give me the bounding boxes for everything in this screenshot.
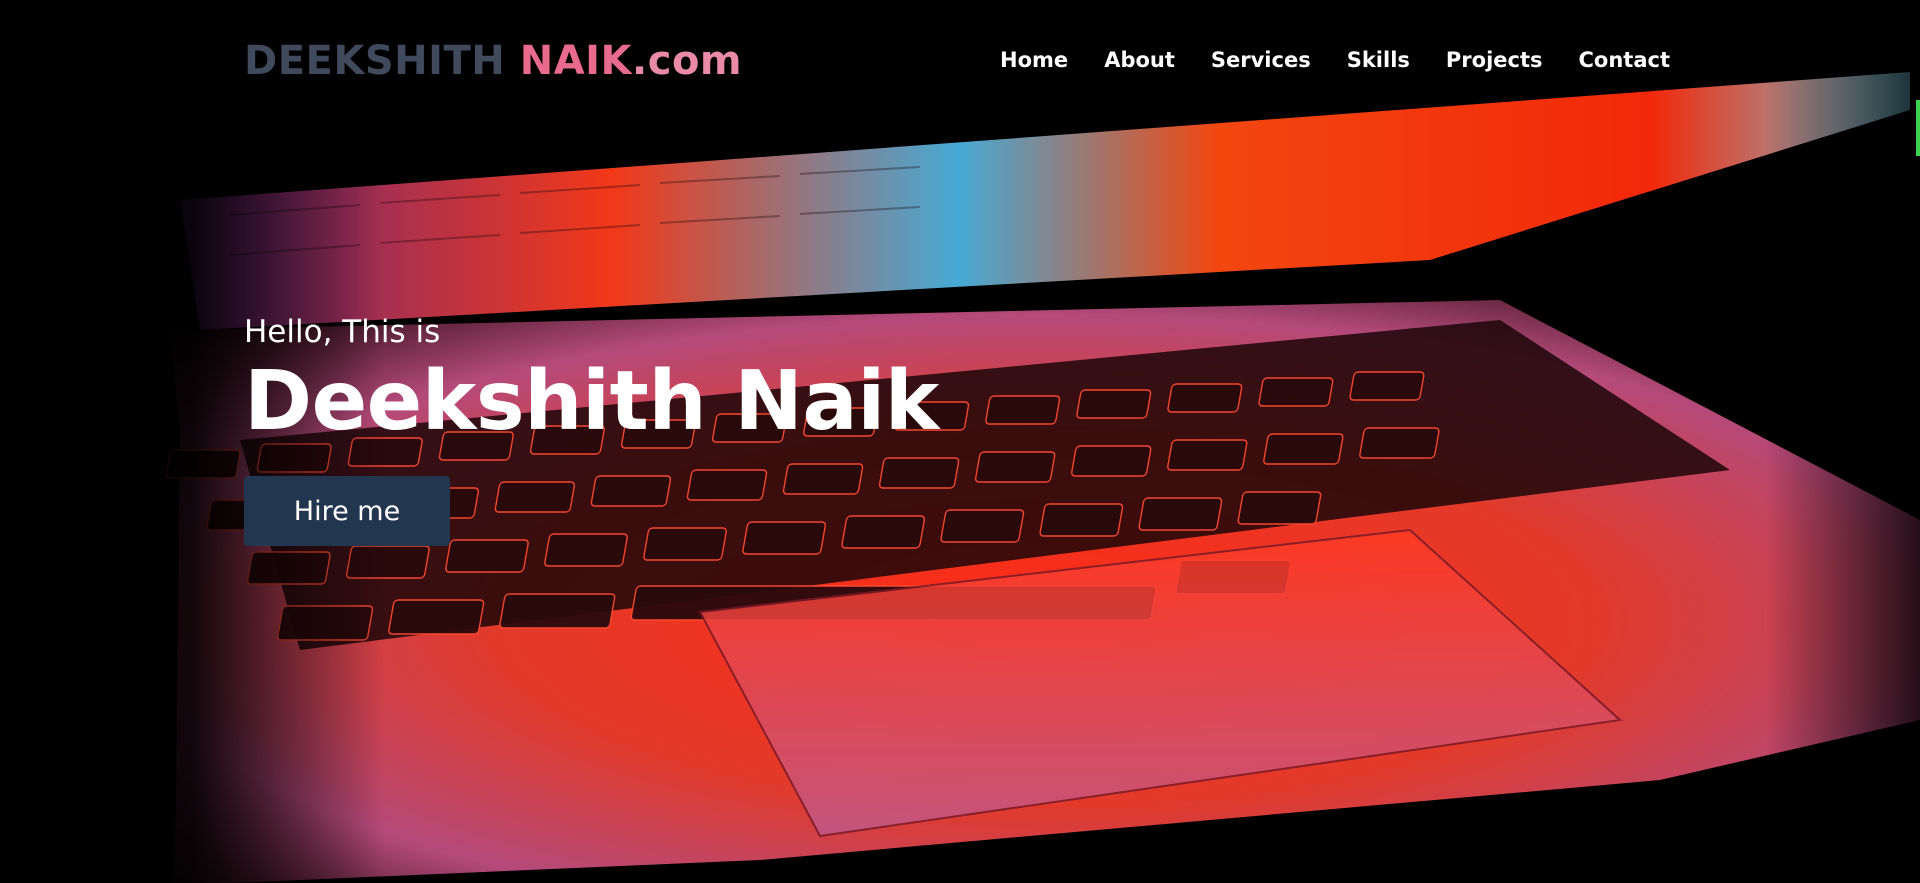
nav-link-contact[interactable]: Contact (1579, 48, 1671, 72)
nav-link-projects[interactable]: Projects (1446, 48, 1543, 72)
site-header: DEEKSHITH NAIK.com Home About Services S… (0, 0, 1920, 120)
main-nav: Home About Services Skills Projects Cont… (964, 46, 1670, 74)
logo-first-name: DEEKSHITH (244, 38, 506, 84)
nav-item-services: Services (1211, 46, 1311, 74)
nav-link-home[interactable]: Home (1000, 48, 1068, 72)
nav-item-home: Home (1000, 46, 1068, 74)
site-logo[interactable]: DEEKSHITH NAIK.com (244, 36, 742, 86)
page: DEEKSHITH NAIK.com Home About Services S… (0, 0, 1920, 883)
hero-section: Hello, This is Deekshith Naik Hire me (244, 312, 939, 546)
logo-domain: .com (632, 38, 743, 84)
nav-item-contact: Contact (1579, 46, 1671, 74)
nav-item-projects: Projects (1446, 46, 1543, 74)
logo-last-name: NAIK (519, 38, 633, 84)
nav-link-about[interactable]: About (1104, 48, 1175, 72)
nav-item-skills: Skills (1347, 46, 1410, 74)
nav-link-skills[interactable]: Skills (1347, 48, 1410, 72)
nav-item-about: About (1104, 46, 1175, 74)
scrollbar-thumb[interactable] (1916, 100, 1920, 156)
nav-link-services[interactable]: Services (1211, 48, 1311, 72)
hire-me-button[interactable]: Hire me (244, 476, 450, 546)
hero-name: Deekshith Naik (244, 354, 939, 449)
hero-greeting: Hello, This is (244, 314, 441, 350)
